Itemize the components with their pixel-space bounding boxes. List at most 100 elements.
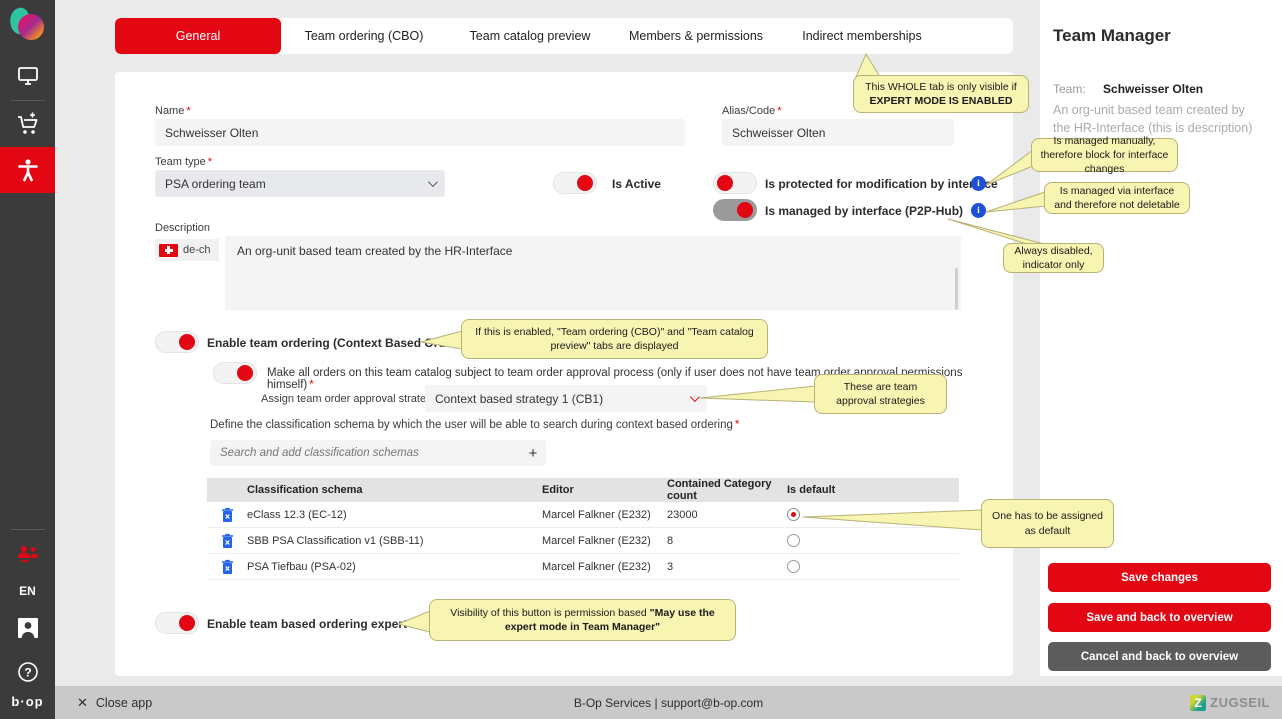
sidebar-item-team-manager[interactable] — [0, 147, 55, 193]
tooltip-always-disabled: Always disabled, indicator only — [1003, 243, 1104, 273]
team-description: An org-unit based team created by the HR… — [1053, 103, 1253, 136]
language-switcher[interactable]: EN — [19, 576, 36, 606]
tooltip-expert-tab: This WHOLE tab is only visible if EXPERT… — [853, 75, 1029, 113]
add-icon[interactable]: + — [520, 445, 546, 462]
approval-process-toggle[interactable] — [213, 362, 257, 384]
cell-schema: eClass 12.3 (EC-12) — [247, 508, 347, 521]
delete-schema-icon[interactable] — [220, 533, 235, 549]
tab-team-ordering-cbo[interactable]: Team ordering (CBO) — [281, 18, 447, 54]
cell-editor: Marcel Falkner (E232) — [542, 560, 651, 573]
tab-members-permissions[interactable]: Members & permissions — [613, 18, 779, 54]
team-label: Team: — [1053, 82, 1086, 96]
cell-count: 8 — [667, 534, 674, 547]
team-type-value: PSA ordering team — [165, 176, 266, 191]
alias-code-field[interactable] — [722, 119, 954, 146]
cell-schema: PSA Tiefbau (PSA-02) — [247, 560, 356, 573]
sidebar-item-desktop[interactable] — [0, 54, 55, 98]
tooltip-cbo-enabled: If this is enabled, "Team ordering (CBO)… — [461, 319, 768, 359]
is-active-label: Is Active — [612, 177, 661, 191]
textarea-scrollbar[interactable] — [955, 268, 958, 310]
description-field[interactable]: An org-unit based team created by the HR… — [225, 236, 961, 310]
delete-schema-icon[interactable] — [220, 507, 235, 523]
tab-team-catalog-preview[interactable]: Team catalog preview — [447, 18, 613, 54]
users-red-icon — [15, 542, 41, 566]
default-radio[interactable] — [787, 560, 800, 573]
panel-title: Team Manager — [1053, 26, 1171, 45]
team-type-select[interactable]: PSA ordering team — [155, 170, 445, 197]
default-radio-selected[interactable] — [787, 508, 800, 521]
toggle-knob — [179, 615, 195, 631]
description-label: Description — [155, 222, 211, 234]
toggle-knob — [237, 365, 253, 381]
sidebar-item-teams[interactable] — [0, 532, 55, 576]
schema-search-input[interactable] — [210, 447, 520, 459]
cell-schema: SBB PSA Classification v1 (SBB-11) — [247, 534, 424, 547]
table-row: PSA Tiefbau (PSA-02) Marcel Falkner (E23… — [207, 554, 959, 580]
team-row: Team: Schweisser Olten — [1053, 82, 1203, 96]
tab-indirect-memberships[interactable]: Indirect memberships — [779, 18, 945, 54]
zugseil-logo: Z ZUGSEIL — [1190, 694, 1270, 711]
enable-cbo-toggle[interactable] — [155, 331, 199, 353]
cell-editor: Marcel Falkner (E232) — [542, 508, 651, 521]
cancel-back-button[interactable]: Cancel and back to overview — [1048, 642, 1271, 671]
svg-text:?: ? — [24, 666, 31, 680]
protected-label: Is protected for modification by interfa… — [765, 177, 998, 191]
managed-info-icon[interactable]: i — [971, 203, 986, 218]
strategy-select[interactable]: Context based strategy 1 (CB1) — [425, 385, 707, 412]
accessibility-person-icon — [15, 157, 41, 183]
header-editor: Editor — [542, 484, 574, 496]
tooltip-managed-via-interface: Is managed via interface and therefore n… — [1044, 182, 1190, 214]
toggle-knob — [717, 175, 733, 191]
tab-bar: General Team ordering (CBO) Team catalog… — [115, 18, 1013, 54]
protected-info-icon[interactable]: i — [971, 176, 986, 191]
table-header: Classification schema Editor Contained C… — [207, 478, 959, 502]
protected-toggle[interactable] — [713, 172, 757, 194]
delete-schema-icon[interactable] — [220, 559, 235, 575]
managed-by-interface-label: Is managed by interface (P2P-Hub) — [765, 204, 964, 218]
language-code: de-ch — [183, 244, 211, 256]
close-app-button[interactable]: ✕ Close app — [55, 695, 152, 711]
enable-cbo-label: Enable team ordering (Context Based Orde… — [207, 336, 480, 350]
tab-general[interactable]: General — [115, 18, 281, 54]
table-row: SBB PSA Classification v1 (SBB-11) Marce… — [207, 528, 959, 554]
app-logo-icon — [0, 0, 55, 54]
cell-count: 23000 — [667, 508, 698, 521]
cell-count: 3 — [667, 560, 674, 573]
bop-logo: b·op — [11, 694, 44, 709]
avatar-icon — [15, 616, 41, 640]
header-count: Contained Category count — [667, 478, 772, 502]
cart-plus-icon — [15, 112, 41, 138]
team-manager-app: EN ? b·op ✕ Close app B-Op Services | su… — [0, 0, 1282, 719]
tooltip-managed-manually: Is managed manually, therefore block for… — [1031, 135, 1178, 175]
save-back-button[interactable]: Save and back to overview — [1048, 603, 1271, 632]
name-field[interactable] — [155, 119, 685, 146]
swiss-flag-icon — [159, 243, 178, 257]
close-app-label: Close app — [95, 695, 153, 710]
rail-divider-bottom — [10, 529, 45, 530]
sidebar-item-ordering[interactable] — [0, 103, 55, 147]
tooltip-default-assignment: One has to be assigned as default — [981, 499, 1114, 548]
save-changes-button[interactable]: Save changes — [1048, 563, 1271, 592]
managed-by-interface-toggle — [713, 199, 757, 221]
schema-instruction: Define the classification schema by whic… — [210, 419, 740, 431]
team-name: Schweisser Olten — [1103, 82, 1204, 96]
zugseil-z-icon: Z — [1190, 694, 1207, 711]
alias-code-label: Alias/Code * — [722, 105, 782, 117]
expert-mode-toggle[interactable] — [155, 612, 199, 634]
zugseil-wordmark: ZUGSEIL — [1210, 695, 1270, 710]
strategy-label: Assign team order approval strategy — [261, 393, 438, 405]
default-radio[interactable] — [787, 534, 800, 547]
classification-table: Classification schema Editor Contained C… — [207, 478, 959, 580]
sidebar-item-profile[interactable] — [0, 606, 55, 650]
sidebar-item-help[interactable]: ? — [0, 650, 55, 694]
app-rail: EN ? b·op — [0, 0, 55, 719]
is-active-toggle[interactable] — [553, 172, 597, 194]
team-manager-panel: Team Manager Team: Schweisser Olten An o… — [1040, 0, 1282, 676]
schema-search: + — [210, 440, 546, 466]
chevron-down-icon — [427, 177, 438, 188]
rail-divider — [10, 100, 45, 101]
team-type-label: Team type * — [155, 156, 213, 168]
tooltip-strategies: These are team approval strategies — [814, 374, 947, 414]
monitor-icon — [16, 65, 40, 87]
footer-support-text: B-Op Services | support@b-op.com — [573, 695, 764, 710]
